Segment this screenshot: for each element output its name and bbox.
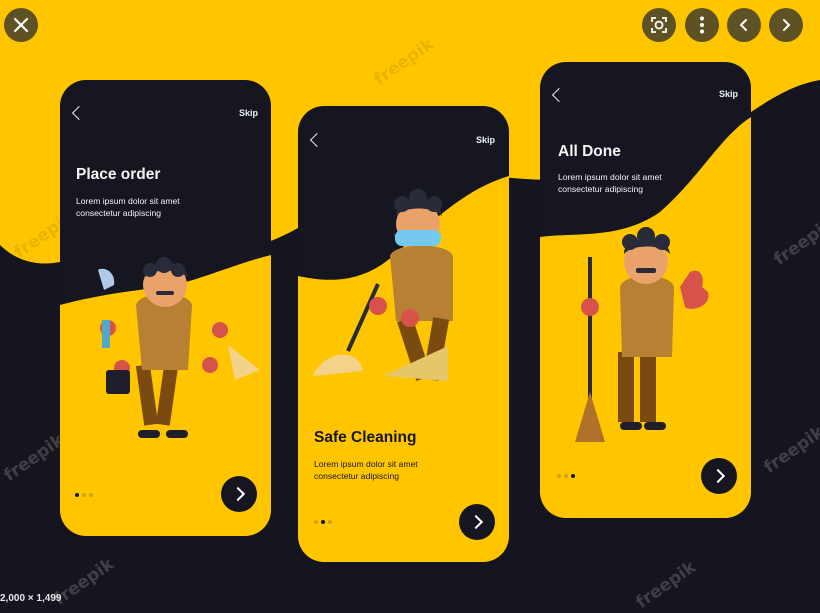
page-indicator (75, 493, 93, 497)
screen-description: Lorem ipsum dolor sit amet consectetur a… (558, 172, 662, 194)
previous-icon[interactable] (727, 8, 761, 42)
next-button[interactable] (221, 476, 257, 512)
next-button[interactable] (459, 504, 495, 540)
screen-background (540, 62, 751, 442)
screen-background (298, 106, 509, 381)
next-icon[interactable] (769, 8, 803, 42)
page-dot (557, 474, 561, 478)
onboarding-screen-2: Skip Safe Cleaning Lorem ipsum dolor sit… (298, 106, 509, 562)
page-indicator (314, 520, 332, 524)
image-dimensions-label: 2,000 × 1,499 (0, 593, 62, 604)
visual-search-icon[interactable] (642, 8, 676, 42)
page-dot (564, 474, 568, 478)
skip-button[interactable]: Skip (239, 108, 258, 118)
screen-description: Lorem ipsum dolor sit amet consectetur a… (76, 196, 180, 218)
more-options-icon[interactable] (685, 8, 719, 42)
screen-description: Lorem ipsum dolor sit amet consectetur a… (314, 459, 418, 481)
close-icon[interactable] (4, 8, 38, 42)
onboarding-screen-3: Skip All Done Lorem ipsum dolor sit amet… (540, 62, 751, 518)
preview-image: freepik freepik freepik freepik freepik … (0, 0, 820, 613)
screen-title: All Done (558, 143, 621, 160)
next-button[interactable] (701, 458, 737, 494)
page-indicator (557, 474, 575, 478)
page-dot (314, 520, 318, 524)
skip-button[interactable]: Skip (476, 135, 495, 145)
page-dot (321, 520, 325, 524)
page-dot (82, 493, 86, 497)
page-dot (89, 493, 93, 497)
skip-button[interactable]: Skip (719, 89, 738, 99)
page-dot (328, 520, 332, 524)
screen-title: Place order (76, 166, 161, 183)
screen-title: Safe Cleaning (314, 429, 417, 446)
page-dot (75, 493, 79, 497)
screen-background (60, 80, 271, 438)
worker-illustration (575, 227, 709, 442)
page-dot (571, 474, 575, 478)
onboarding-screen-1: Skip Place order Lorem ipsum dolor sit a… (60, 80, 271, 536)
